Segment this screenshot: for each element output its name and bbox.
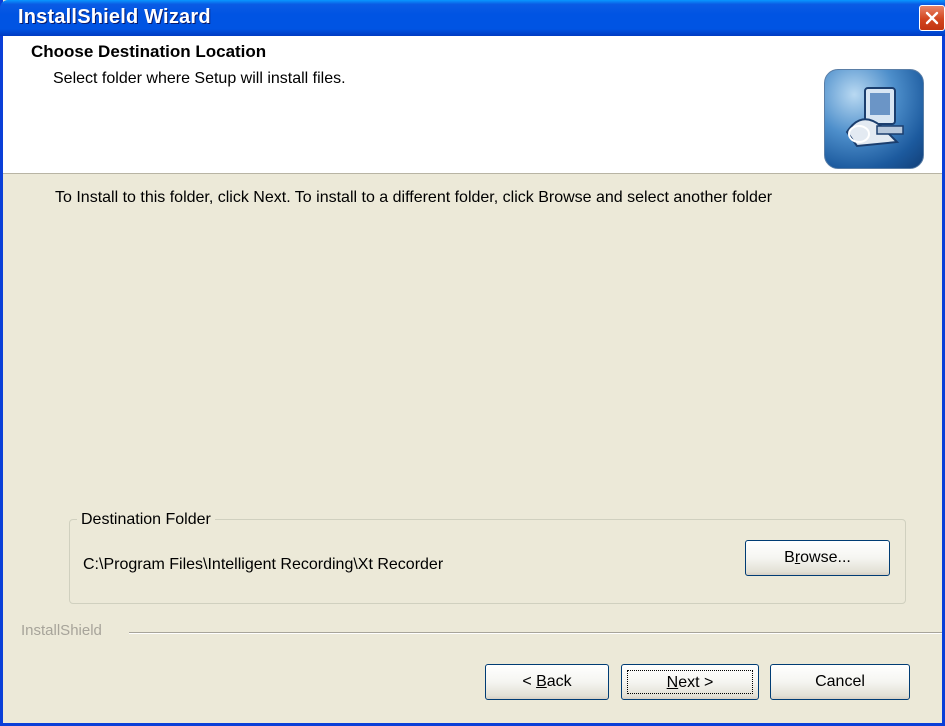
installshield-window: InstallShield Wizard Choose Destination … (0, 0, 945, 726)
back-rest: ack (546, 673, 572, 690)
title-bar[interactable]: InstallShield Wizard (0, 0, 945, 36)
back-mnemonic: B (536, 673, 547, 690)
close-button[interactable] (919, 5, 945, 31)
brand-label: InstallShield (21, 622, 102, 639)
next-button[interactable]: Next > (621, 664, 759, 700)
separator-line (129, 632, 942, 634)
next-rest: ext > (678, 674, 714, 691)
next-mnemonic: N (666, 674, 679, 691)
back-button[interactable]: < Back (485, 664, 609, 700)
window-title: InstallShield Wizard (18, 6, 211, 28)
focus-rectangle: Next > (627, 670, 753, 694)
back-prefix: < (522, 673, 537, 690)
browse-label-end: owse... (800, 549, 851, 566)
destination-path: C:\Program Files\Intelligent Recording\X… (83, 556, 444, 573)
close-icon (925, 11, 939, 25)
browse-label-start: B (784, 549, 795, 566)
page-title: Choose Destination Location (31, 42, 267, 61)
browse-button[interactable]: Browse... (745, 540, 890, 576)
installer-computer-icon (824, 69, 924, 169)
installshield-branding: InstallShield (21, 622, 942, 642)
page-subtitle: Select folder where Setup will install f… (53, 70, 346, 87)
cancel-button[interactable]: Cancel (770, 664, 910, 700)
destination-folder-legend: Destination Folder (77, 511, 215, 529)
instructions-text: To Install to this folder, click Next. T… (55, 189, 773, 206)
